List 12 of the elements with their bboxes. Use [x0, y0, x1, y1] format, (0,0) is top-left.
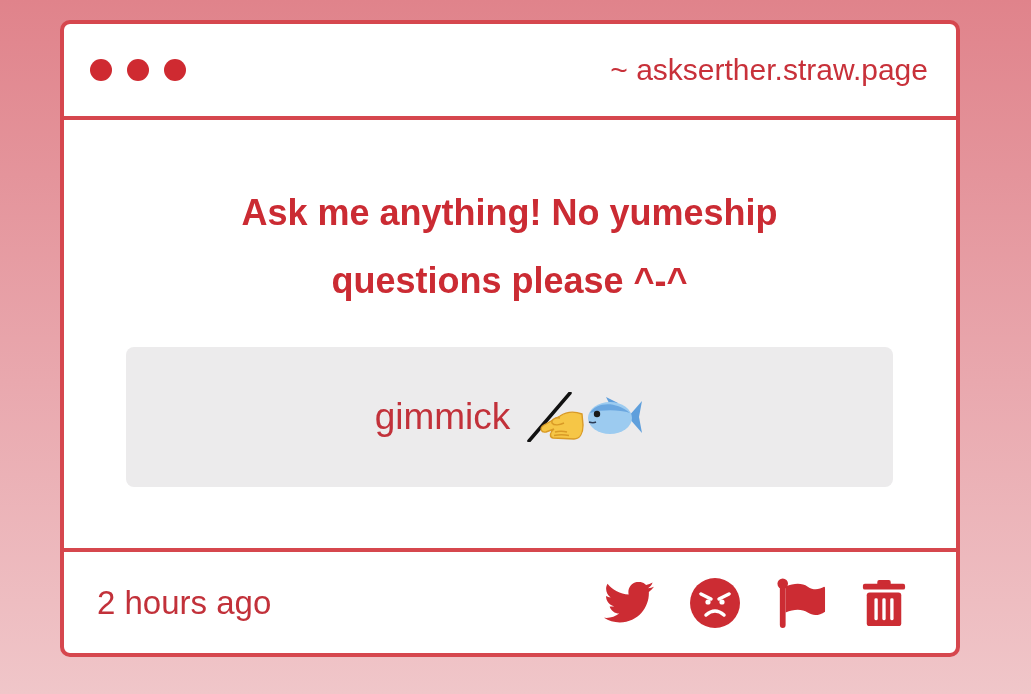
prompt-heading: Ask me anything! No yumeship questions please ^-^ — [240, 191, 779, 303]
bird-icon[interactable] — [604, 582, 654, 623]
timestamp: 2 hours ago — [97, 583, 272, 622]
window-dot-icon — [127, 59, 149, 81]
question-text: gimmick — [374, 396, 511, 438]
window-dot-icon — [90, 59, 112, 81]
window-dot-icon — [164, 59, 186, 81]
flag-icon[interactable] — [776, 577, 826, 628]
angry-face-icon[interactable] — [690, 577, 740, 628]
page-address: ~ askserther.straw.page — [610, 53, 928, 87]
writing-hand-icon — [524, 392, 585, 442]
trash-icon[interactable] — [862, 579, 906, 626]
